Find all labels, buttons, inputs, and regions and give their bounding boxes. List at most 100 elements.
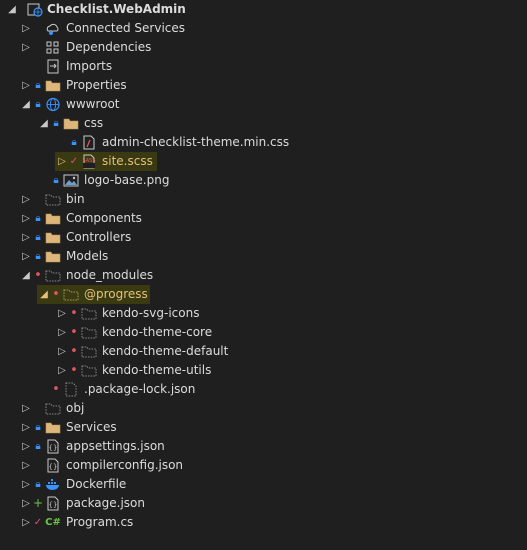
lock-icon: 🔒︎: [35, 80, 41, 91]
triangle-right-icon[interactable]: ▷: [21, 418, 31, 437]
tree-row-css[interactable]: ◢ 🔒︎ css: [0, 114, 527, 133]
folder-excluded-icon: [63, 287, 79, 302]
image-file-icon: [63, 173, 79, 188]
css-file-icon: [81, 135, 97, 150]
tree-row-theme-css[interactable]: 🔒︎ admin-checklist-theme.min.css: [0, 133, 527, 152]
item-label: Dockerfile: [66, 477, 127, 491]
folder-icon: [45, 230, 61, 245]
tree-row-imports[interactable]: Imports: [0, 57, 527, 76]
triangle-down-icon[interactable]: ◢: [21, 95, 31, 114]
file-excluded-icon: [63, 382, 79, 397]
dependencies-icon: [45, 40, 61, 55]
lock-icon: 🔒︎: [35, 213, 41, 224]
lock-icon: 🔒︎: [35, 479, 41, 490]
folder-icon: [45, 78, 61, 93]
tree-row-components[interactable]: ▷ 🔒︎ Components: [0, 209, 527, 228]
tree-row-kendo-theme-default[interactable]: ▷ • kendo-theme-default: [0, 342, 527, 361]
triangle-right-icon[interactable]: ▷: [57, 152, 67, 171]
lock-icon: 🔒︎: [53, 118, 59, 129]
triangle-right-icon[interactable]: ▷: [21, 513, 31, 532]
triangle-right-icon[interactable]: ▷: [21, 38, 31, 57]
tree-row-compilerconfig[interactable]: ▷ {} compilerconfig.json: [0, 456, 527, 475]
item-label: kendo-theme-default: [102, 344, 229, 358]
red-dot-icon: •: [34, 268, 42, 283]
triangle-right-icon[interactable]: ▷: [21, 19, 31, 38]
red-check-icon: ✓: [33, 517, 43, 528]
item-label: .package-lock.json: [84, 382, 196, 396]
triangle-down-icon[interactable]: ◢: [39, 285, 49, 304]
item-label: appsettings.json: [66, 439, 165, 453]
item-label: site.scss: [102, 154, 153, 168]
tree-row-progress[interactable]: ◢ • @progress: [0, 285, 527, 304]
item-label: obj: [66, 401, 85, 415]
solution-explorer-tree: ◢ Checklist.WebAdmin ▷ Connected Service…: [0, 0, 527, 550]
red-dot-icon: •: [70, 306, 78, 321]
lock-icon: 🔒︎: [71, 137, 77, 148]
lock-icon: 🔒︎: [35, 441, 41, 452]
triangle-right-icon[interactable]: ▷: [21, 228, 31, 247]
folder-icon: [45, 211, 61, 226]
item-label: Services: [66, 420, 117, 434]
globe-icon: [45, 97, 61, 112]
triangle-right-icon[interactable]: ▷: [57, 361, 67, 380]
tree-row-services[interactable]: ▷ 🔒︎ Services: [0, 418, 527, 437]
triangle-down-icon[interactable]: ◢: [7, 0, 17, 19]
triangle-right-icon[interactable]: ▷: [21, 209, 31, 228]
tree-row-program-cs[interactable]: ▷ ✓ C# Program.cs: [0, 513, 527, 532]
tree-row-node-modules[interactable]: ◢ • node_modules: [0, 266, 527, 285]
triangle-right-icon[interactable]: ▷: [57, 323, 67, 342]
tree-row-connected-services[interactable]: ▷ Connected Services: [0, 19, 527, 38]
item-label: kendo-theme-utils: [102, 363, 212, 377]
folder-excluded-icon: [81, 363, 97, 378]
cloud-service-icon: [45, 21, 61, 36]
red-dot-icon: •: [70, 344, 78, 359]
triangle-down-icon[interactable]: ◢: [21, 266, 31, 285]
tree-row-bin[interactable]: ▷ bin: [0, 190, 527, 209]
item-label: node_modules: [66, 268, 154, 282]
item-label: Properties: [66, 78, 127, 92]
tree-row-properties[interactable]: ▷ 🔒︎ Properties: [0, 76, 527, 95]
triangle-down-icon[interactable]: ◢: [39, 114, 49, 133]
triangle-right-icon[interactable]: ▷: [21, 437, 31, 456]
docker-whale-icon: [45, 477, 61, 492]
triangle-right-icon[interactable]: ▷: [21, 76, 31, 95]
tree-row-package-json[interactable]: ▷ + {} package.json: [0, 494, 527, 513]
folder-icon: [45, 420, 61, 435]
folder-excluded-icon: [81, 306, 97, 321]
tree-row-site-scss[interactable]: ▷ ✓ SASS site.scss: [0, 152, 527, 171]
red-check-icon: ✓: [69, 156, 79, 167]
tree-row-dockerfile[interactable]: ▷ 🔒︎ Dockerfile: [0, 475, 527, 494]
tree-row-kendo-svg-icons[interactable]: ▷ • kendo-svg-icons: [0, 304, 527, 323]
triangle-right-icon[interactable]: ▷: [21, 399, 31, 418]
tree-row-wwwroot[interactable]: ◢ 🔒︎ wwwroot: [0, 95, 527, 114]
folder-excluded-icon: [45, 401, 61, 416]
tree-row-kendo-theme-utils[interactable]: ▷ • kendo-theme-utils: [0, 361, 527, 380]
tree-row-kendo-theme-core[interactable]: ▷ • kendo-theme-core: [0, 323, 527, 342]
item-label: Connected Services: [66, 21, 186, 35]
tree-row-controllers[interactable]: ▷ 🔒︎ Controllers: [0, 228, 527, 247]
triangle-right-icon[interactable]: ▷: [21, 247, 31, 266]
triangle-right-icon[interactable]: ▷: [21, 456, 31, 475]
item-label: Imports: [66, 59, 113, 73]
folder-excluded-icon: [81, 325, 97, 340]
triangle-right-icon[interactable]: ▷: [21, 190, 31, 209]
triangle-right-icon[interactable]: ▷: [57, 304, 67, 323]
item-label: Controllers: [66, 230, 132, 244]
tree-row-package-lock[interactable]: • .package-lock.json: [0, 380, 527, 399]
tree-row-models[interactable]: ▷ 🔒︎ Models: [0, 247, 527, 266]
lock-icon: 🔒︎: [35, 422, 41, 433]
tree-row-appsettings[interactable]: ▷ 🔒︎ {} appsettings.json: [0, 437, 527, 456]
imports-icon: [45, 59, 61, 74]
triangle-right-icon[interactable]: ▷: [21, 494, 31, 513]
tree-row-dependencies[interactable]: ▷ Dependencies: [0, 38, 527, 57]
item-label: compilerconfig.json: [66, 458, 184, 472]
tree-row-logo[interactable]: 🔒︎ logo-base.png: [0, 171, 527, 190]
tree-row-obj[interactable]: ▷ obj: [0, 399, 527, 418]
lock-icon: 🔒︎: [35, 251, 41, 262]
triangle-right-icon[interactable]: ▷: [21, 475, 31, 494]
tree-row-project[interactable]: ◢ Checklist.WebAdmin: [0, 0, 527, 19]
triangle-right-icon[interactable]: ▷: [57, 342, 67, 361]
item-label: admin-checklist-theme.min.css: [102, 135, 290, 149]
folder-icon: [63, 116, 79, 131]
item-label: Models: [66, 249, 109, 263]
